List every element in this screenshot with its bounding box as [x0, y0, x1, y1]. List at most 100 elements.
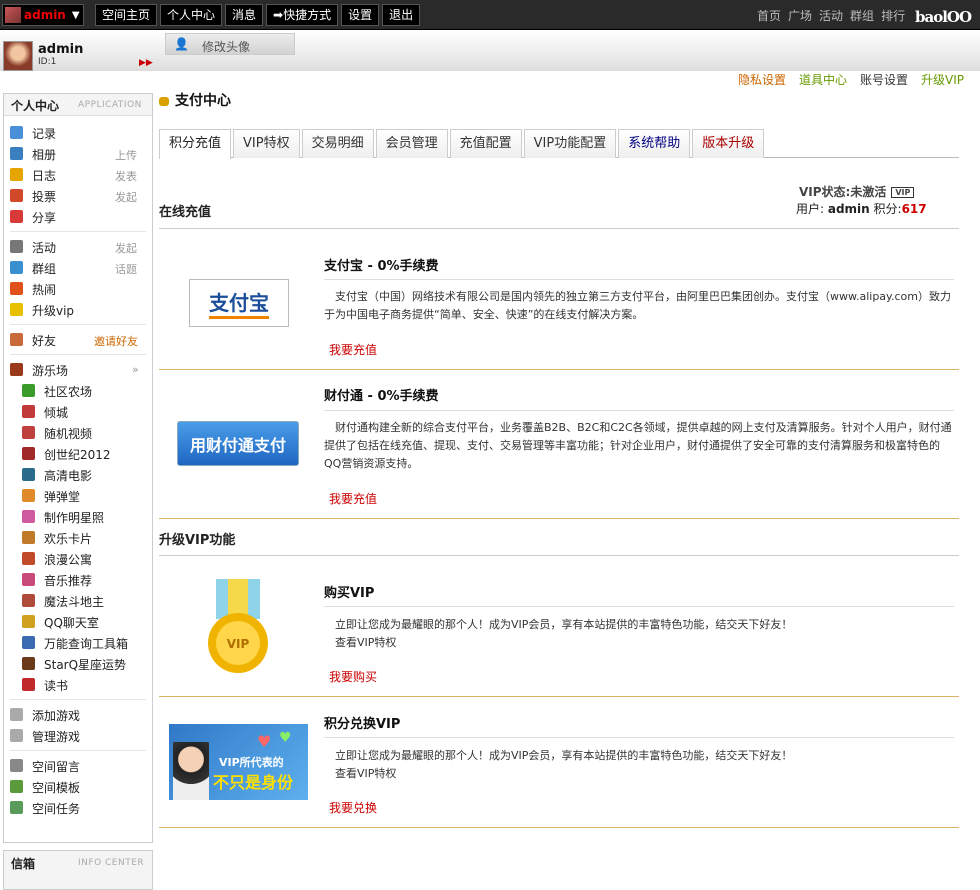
sidebar-item-label: 空间任务 — [32, 802, 81, 816]
sidebar-item-icon — [22, 636, 35, 649]
sidebar-item-icon — [10, 282, 23, 295]
sidebar-item-icon — [10, 729, 23, 742]
sidebar-item[interactable]: 音乐推荐 — [4, 569, 152, 590]
sidebar-item-action[interactable]: 上传 — [115, 147, 137, 163]
sidebar-item-label: 管理游戏 — [32, 730, 81, 744]
nav-home[interactable]: 首页 — [757, 7, 781, 24]
sidebar-item-label: StarQ星座运势 — [44, 658, 127, 672]
sidebar-item-label: 投票 — [32, 190, 57, 204]
sidebar-item[interactable]: 相册 上传 — [4, 143, 152, 164]
sidebar-item[interactable]: 升级vip — [4, 299, 152, 320]
double-arrow-icon[interactable]: ▶▶ — [139, 58, 153, 68]
sidebar-item[interactable]: 空间模板 — [4, 776, 152, 797]
sidebar-item[interactable]: 社区农场 — [4, 380, 152, 401]
sidebar-title-en: APPLICATION — [78, 100, 142, 110]
profile-avatar[interactable] — [3, 41, 33, 71]
sidebar-item[interactable]: 空间留言 — [4, 755, 152, 776]
nav-groups[interactable]: 群组 — [850, 7, 874, 24]
friends-icon — [10, 333, 23, 346]
invite-friends-link[interactable]: 邀请好友 — [94, 333, 138, 349]
view-vip-privileges-link[interactable]: 查看VIP特权 — [324, 765, 954, 783]
vip-badge: VIP — [891, 187, 915, 198]
privacy-settings-link[interactable]: 隐私设置 — [738, 71, 786, 88]
nav-space-home[interactable]: 空间主页 — [95, 4, 158, 26]
sidebar-item-action[interactable]: 话题 — [115, 261, 137, 277]
tab-system-help[interactable]: 系统帮助 — [618, 129, 691, 158]
sidebar-item[interactable]: 热闹 — [4, 278, 152, 299]
sidebar-item[interactable]: 欢乐卡片 — [4, 527, 152, 548]
double-chevron-down-icon[interactable]: » — [132, 363, 139, 376]
points-value: 617 — [901, 202, 927, 216]
sidebar-item-icon — [10, 708, 23, 721]
sidebar-item[interactable]: 魔法斗地主 — [4, 590, 152, 611]
nav-activities[interactable]: 活动 — [819, 7, 843, 24]
sidebar-item-friends[interactable]: 好友 邀请好友 — [4, 329, 152, 350]
upgrade-vip-link[interactable]: 升级VIP — [921, 71, 964, 88]
change-avatar-tab[interactable]: 👤 修改头像 — [165, 33, 295, 55]
sidebar-item[interactable]: 制作明星照 — [4, 506, 152, 527]
props-center-link[interactable]: 道具中心 — [799, 71, 847, 88]
sidebar-item[interactable]: 弹弹堂 — [4, 485, 152, 506]
sidebar-item[interactable]: 管理游戏 — [4, 725, 152, 746]
tab-vip-privileges[interactable]: VIP特权 — [233, 129, 300, 158]
sidebar-item-label: 高清电影 — [44, 469, 93, 483]
sidebar-item-games[interactable]: 游乐场 » — [4, 359, 152, 380]
sidebar-item[interactable]: 随机视频 — [4, 422, 152, 443]
sidebar-item[interactable]: 创世纪2012 — [4, 443, 152, 464]
nav-logout[interactable]: 退出 — [382, 4, 421, 26]
user-name: admin — [827, 202, 870, 216]
sidebar-item-icon — [22, 489, 35, 502]
sidebar-item[interactable]: 浪漫公寓 — [4, 548, 152, 569]
online-recharge-heading: 在线充值 — [159, 205, 212, 220]
tab-version-upgrade[interactable]: 版本升级 — [692, 129, 765, 158]
sidebar-item-action[interactable]: 发表 — [115, 168, 137, 184]
tab-vip-feature-config[interactable]: VIP功能配置 — [523, 129, 617, 158]
view-vip-privileges-link[interactable]: 查看VIP特权 — [324, 634, 954, 652]
tenpay-recharge-button[interactable]: 我要充值 — [329, 490, 377, 507]
sidebar-item[interactable]: 投票 发起 — [4, 185, 152, 206]
sidebar-item[interactable]: 群组 话题 — [4, 257, 152, 278]
sidebar-item[interactable]: 高清电影 — [4, 464, 152, 485]
heart-icon: ♥ — [257, 732, 272, 751]
sidebar-item[interactable]: QQ聊天室 — [4, 611, 152, 632]
heart-icon: ♥ — [279, 730, 292, 746]
nav-square[interactable]: 广场 — [788, 7, 812, 24]
sidebar-item-label: 万能查询工具箱 — [44, 637, 129, 651]
divider — [159, 696, 959, 697]
tab-points-recharge[interactable]: 积分充值 — [159, 129, 232, 159]
tab-member-management[interactable]: 会员管理 — [375, 129, 448, 158]
nav-shortcuts[interactable]: ➡快捷方式 — [266, 4, 339, 26]
alipay-recharge-button[interactable]: 我要充值 — [329, 341, 377, 358]
user-menu[interactable]: admin ▼ — [2, 4, 84, 26]
nav-ranking[interactable]: 排行 — [881, 7, 905, 24]
tenpay-description: 财付通构建全新的综合支付平台，业务覆盖B2B、B2C和C2C各领域，提供卓越的网… — [324, 421, 952, 470]
sidebar-item[interactable]: 万能查询工具箱 — [4, 632, 152, 653]
nav-settings[interactable]: 设置 — [341, 4, 380, 26]
sidebar-item[interactable]: StarQ星座运势 — [4, 653, 152, 674]
sidebar-item[interactable]: 日志 发表 — [4, 164, 152, 185]
sidebar-item[interactable]: 空间任务 — [4, 797, 152, 818]
sidebar-item[interactable]: 添加游戏 — [4, 704, 152, 725]
promo-text-1: VIP所代表的 — [219, 756, 284, 769]
tenpay-title: 财付通 - 0%手续费 — [324, 389, 439, 404]
sidebar-item[interactable]: 倾城 — [4, 401, 152, 422]
divider — [10, 354, 146, 355]
tenpay-logo-text: 用财付通支付 — [189, 435, 286, 455]
account-settings-link[interactable]: 账号设置 — [860, 71, 908, 88]
sidebar-item[interactable]: 活动 发起 — [4, 236, 152, 257]
sidebar-item[interactable]: 读书 — [4, 674, 152, 695]
nav-messages[interactable]: 消息 — [225, 4, 264, 26]
nav-personal-center[interactable]: 个人中心 — [160, 4, 223, 26]
exchange-vip-button[interactable]: 我要兑换 — [329, 799, 377, 816]
tab-transactions[interactable]: 交易明细 — [301, 129, 374, 158]
site-logo[interactable]: baolOO — [915, 8, 972, 26]
profile-name[interactable]: admin — [38, 42, 83, 57]
tab-recharge-config[interactable]: 充值配置 — [449, 129, 522, 158]
profile-id: ID:1 — [38, 57, 57, 67]
sidebar-item[interactable]: 记录 — [4, 122, 152, 143]
coin-icon — [159, 96, 169, 106]
sidebar-item-action[interactable]: 发起 — [115, 189, 137, 205]
sidebar-item-action[interactable]: 发起 — [115, 240, 137, 256]
sidebar-item[interactable]: 分享 — [4, 206, 152, 227]
buy-vip-button[interactable]: 我要购买 — [329, 668, 377, 685]
